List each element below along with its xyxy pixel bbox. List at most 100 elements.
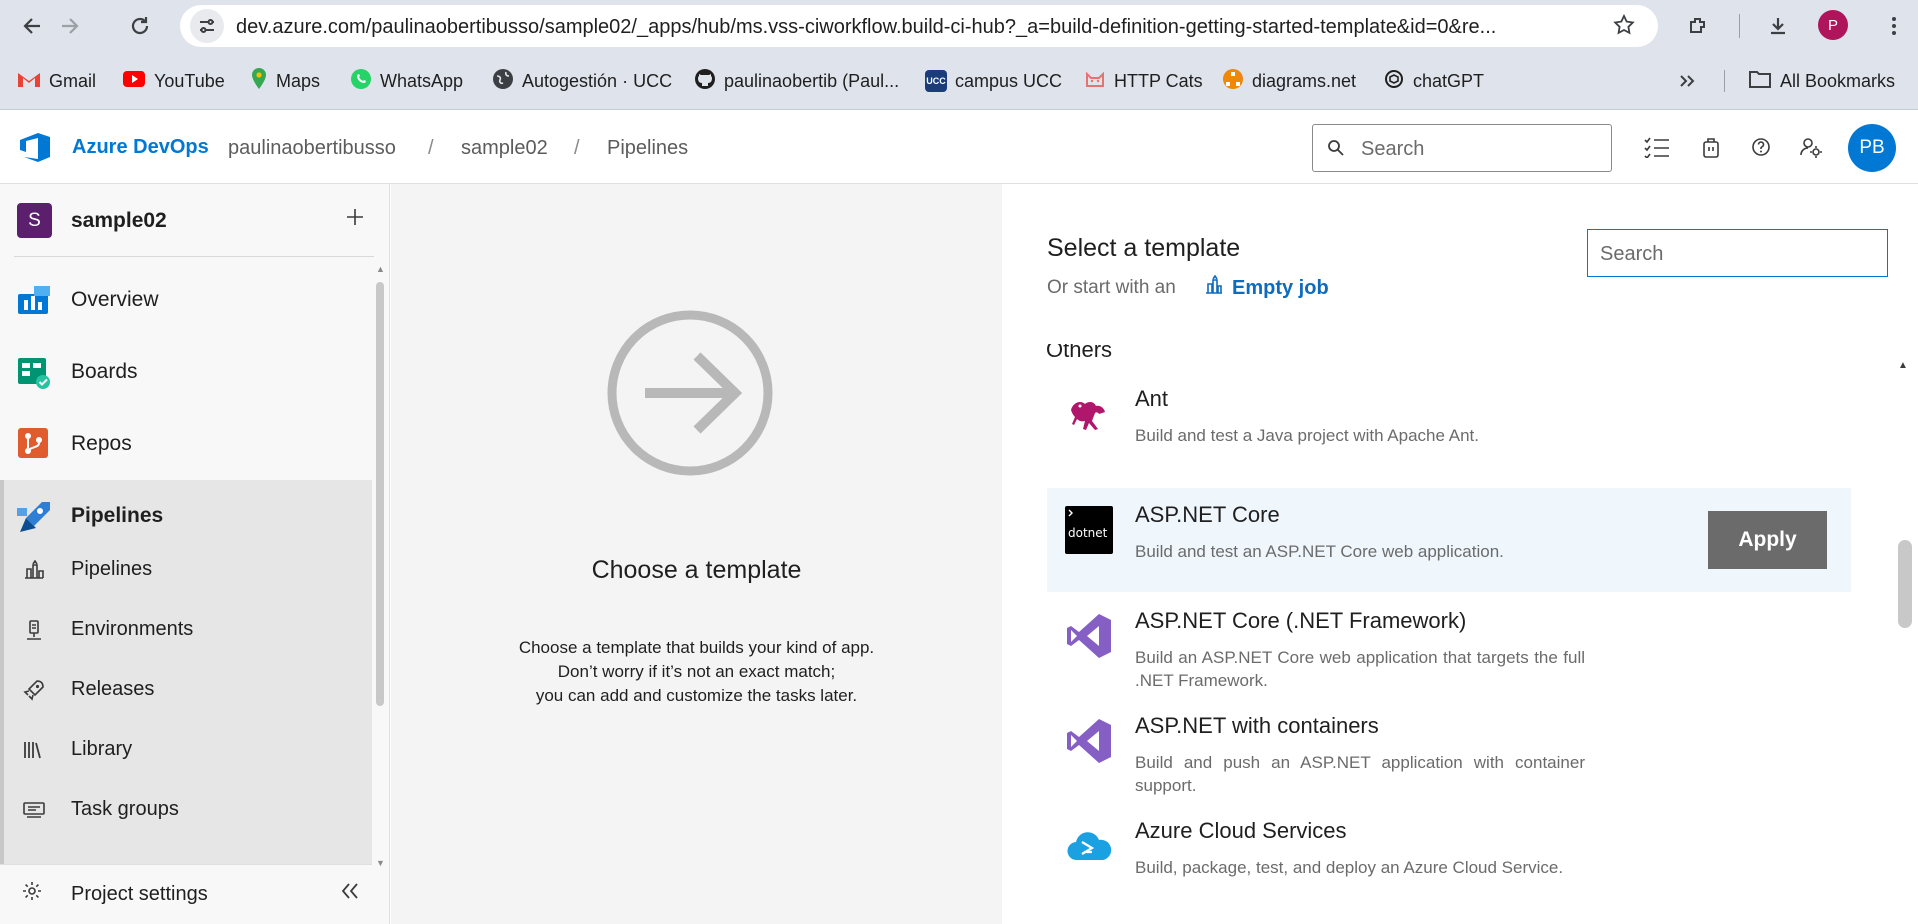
sidebar-subitem-task-groups[interactable]: Task groups: [0, 784, 372, 836]
chatgpt-icon: [1383, 68, 1405, 95]
profile-avatar[interactable]: P: [1818, 10, 1848, 40]
ucc-icon: UCC: [925, 70, 947, 92]
template-item-aspnet-core-framework[interactable]: ASP.NET Core (.NET Framework) Build an A…: [1047, 594, 1851, 698]
folder-icon: [1748, 69, 1772, 94]
back-arrow-icon[interactable]: [14, 8, 50, 44]
project-name[interactable]: sample02: [71, 209, 167, 233]
sidebar-item-pipelines[interactable]: Pipelines: [0, 480, 372, 552]
sidebar-subitem-releases[interactable]: Releases: [0, 664, 372, 716]
user-settings-gear-icon[interactable]: [1796, 132, 1826, 162]
maps-icon: [250, 67, 268, 96]
arrow-right-circle-icon: [605, 308, 775, 478]
divider: [14, 256, 374, 257]
work-items-checklist-icon[interactable]: [1642, 132, 1672, 162]
cat-icon: [1084, 68, 1106, 95]
forward-arrow-icon[interactable]: [52, 8, 88, 44]
choose-template-description: Choose a template that builds your kind …: [518, 638, 875, 705]
template-item-aspnet-core[interactable]: dotnet ASP.NET Core Build and test an AS…: [1047, 488, 1851, 592]
sidebar-item-boards[interactable]: Boards: [0, 336, 372, 408]
marketplace-bag-icon[interactable]: [1696, 132, 1726, 162]
globe-icon: [492, 68, 514, 95]
project-avatar[interactable]: S: [17, 203, 52, 238]
sidebar-item-repos[interactable]: Repos: [0, 408, 372, 480]
bookmarks-divider: [1724, 70, 1725, 92]
svg-text:dotnet: dotnet: [1068, 526, 1108, 540]
task-groups-icon: [22, 798, 46, 822]
breadcrumb-separator: /: [574, 137, 580, 159]
help-icon[interactable]: [1746, 132, 1776, 162]
section-heading-others: Others: [1046, 344, 1113, 360]
extensions-icon[interactable]: [1680, 8, 1716, 44]
gmail-icon: [17, 70, 41, 93]
bookmarks-bar: Gmail YouTube Maps WhatsApp Autogestión …: [0, 52, 1918, 110]
scroll-up-icon[interactable]: ▲: [1898, 360, 1908, 371]
breadcrumb-project[interactable]: sample02: [461, 137, 548, 160]
releases-icon: [22, 678, 46, 702]
boards-icon: [16, 354, 52, 390]
reload-icon[interactable]: [122, 8, 158, 44]
bookmark-diagrams[interactable]: diagrams.net: [1222, 67, 1356, 95]
scroll-up-icon[interactable]: ▲: [376, 264, 385, 274]
brand-name[interactable]: Azure DevOps: [72, 136, 209, 159]
scroll-down-icon[interactable]: ▼: [376, 858, 385, 868]
start-with-text: Or start with an: [1047, 277, 1176, 298]
choose-template-title: Choose a template: [591, 556, 802, 584]
browser-toolbar: dev.azure.com/paulinaobertibusso/sample0…: [0, 0, 1918, 52]
sidebar-subitem-environments[interactable]: Environments: [0, 604, 372, 656]
templates-scrollbar-thumb[interactable]: [1898, 540, 1912, 628]
more-bookmarks-chevron-icon[interactable]: [1678, 67, 1696, 95]
dotnet-icon: dotnet: [1065, 506, 1113, 554]
pipelines-sub-icon: [22, 558, 46, 582]
sidebar-scrollbar-thumb[interactable]: [376, 282, 384, 706]
bookmark-maps[interactable]: Maps: [250, 67, 320, 95]
bookmark-gmail[interactable]: Gmail: [17, 67, 96, 95]
bookmark-http-cats[interactable]: HTTP Cats: [1084, 67, 1203, 95]
bookmark-youtube[interactable]: YouTube: [122, 67, 225, 95]
download-icon[interactable]: [1760, 8, 1796, 44]
all-bookmarks[interactable]: All Bookmarks: [1748, 67, 1895, 95]
address-bar[interactable]: dev.azure.com/paulinaobertibusso/sample0…: [180, 5, 1658, 47]
template-item-aspnet-containers[interactable]: ASP.NET with containers Build and push a…: [1047, 699, 1851, 803]
visual-studio-icon: [1065, 717, 1113, 765]
breadcrumb-pipelines[interactable]: Pipelines: [607, 137, 688, 160]
empty-job-link[interactable]: Empty job: [1204, 274, 1329, 301]
sidebar-item-overview[interactable]: Overview: [0, 264, 372, 336]
breadcrumb-separator: /: [428, 137, 434, 159]
environments-icon: [22, 618, 46, 642]
toolbar-divider: [1739, 14, 1740, 38]
bookmark-campus-ucc[interactable]: UCC campus UCC: [925, 67, 1062, 95]
choose-template-panel: Choose a template Choose a template that…: [391, 184, 1002, 924]
bookmark-autogestion[interactable]: Autogestión · UCC: [492, 67, 672, 95]
select-template-title: Select a template: [1047, 234, 1241, 262]
whatsapp-icon: [350, 68, 372, 95]
bookmark-chatgpt[interactable]: chatGPT: [1383, 67, 1484, 95]
star-icon[interactable]: [1612, 13, 1636, 42]
azure-devops-logo-icon[interactable]: [18, 132, 52, 162]
bookmark-github[interactable]: paulinaobertib (Paul...: [694, 67, 899, 95]
apply-button[interactable]: Apply: [1708, 511, 1827, 569]
library-icon: [22, 738, 46, 762]
collapse-sidebar-icon[interactable]: [340, 879, 360, 907]
project-settings[interactable]: Project settings: [0, 864, 372, 924]
youtube-icon: [122, 70, 146, 93]
user-avatar[interactable]: PB: [1848, 124, 1896, 172]
bookmark-whatsapp[interactable]: WhatsApp: [350, 67, 463, 95]
breadcrumb-organization[interactable]: paulinaobertibusso: [228, 137, 396, 160]
template-item-azure-cloud-services[interactable]: Azure Cloud Services Build, package, tes…: [1047, 804, 1851, 908]
gear-icon: [22, 881, 42, 907]
project-sidebar: S sample02 Overview Boards Repos Pipelin…: [0, 184, 390, 924]
header-search-input[interactable]: Search: [1312, 124, 1612, 172]
empty-job-icon: [1204, 274, 1224, 301]
github-icon: [694, 68, 716, 95]
sidebar-subitem-pipelines[interactable]: Pipelines: [0, 544, 372, 596]
overview-icon: [16, 282, 52, 318]
more-vert-icon[interactable]: [1876, 8, 1912, 44]
sidebar-subitem-library[interactable]: Library: [0, 724, 372, 776]
cloud-services-icon: [1065, 822, 1113, 870]
template-item-ant[interactable]: Ant Build and test a Java project with A…: [1047, 372, 1851, 476]
select-template-panel: Select a template Or start with an Empty…: [1002, 184, 1918, 924]
template-search-input[interactable]: Search: [1587, 229, 1888, 277]
add-icon[interactable]: [340, 202, 370, 232]
diagrams-icon: [1222, 68, 1244, 95]
site-settings-icon[interactable]: [190, 9, 224, 43]
